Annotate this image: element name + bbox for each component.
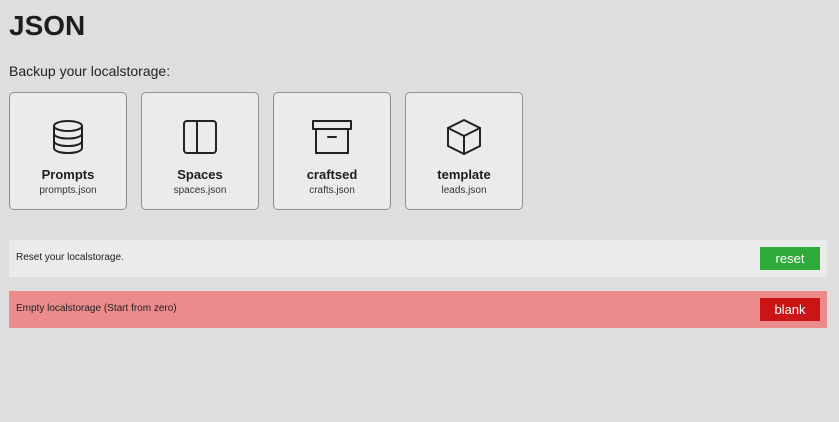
backup-card-spaces[interactable]: Spaces spaces.json <box>141 92 259 210</box>
archive-box-icon <box>312 117 352 157</box>
backup-card-filename: leads.json <box>441 185 487 196</box>
database-icon <box>48 117 88 157</box>
json-page: JSON Backup your localstorage: Prompts p… <box>0 0 839 422</box>
backup-subtitle: Backup your localstorage: <box>9 63 171 79</box>
sidebar-layout-icon <box>180 117 220 157</box>
backup-card-prompts[interactable]: Prompts prompts.json <box>9 92 127 210</box>
cube-icon <box>444 117 484 157</box>
page-title: JSON <box>9 10 86 41</box>
backup-card-title: template <box>437 167 491 182</box>
backup-card-template[interactable]: template leads.json <box>405 92 523 210</box>
blank-button[interactable]: blank <box>760 298 820 321</box>
backup-card-title: craftsed <box>306 167 358 182</box>
backup-card-filename: spaces.json <box>173 185 227 196</box>
blank-bar: Empty localstorage (Start from zero) bla… <box>9 291 827 328</box>
backup-card-title: Spaces <box>177 167 223 182</box>
reset-bar: Reset your localstorage. reset <box>9 240 827 277</box>
backup-card-craftsed[interactable]: craftsed crafts.json <box>273 92 391 210</box>
backup-cards: Prompts prompts.json Spaces spaces.json <box>9 92 523 210</box>
backup-card-title: Prompts <box>41 167 95 182</box>
backup-card-filename: prompts.json <box>39 185 97 196</box>
blank-description: Empty localstorage (Start from zero) <box>16 303 177 314</box>
reset-description: Reset your localstorage. <box>16 252 124 263</box>
reset-button[interactable]: reset <box>760 247 820 270</box>
backup-card-filename: crafts.json <box>309 185 355 196</box>
